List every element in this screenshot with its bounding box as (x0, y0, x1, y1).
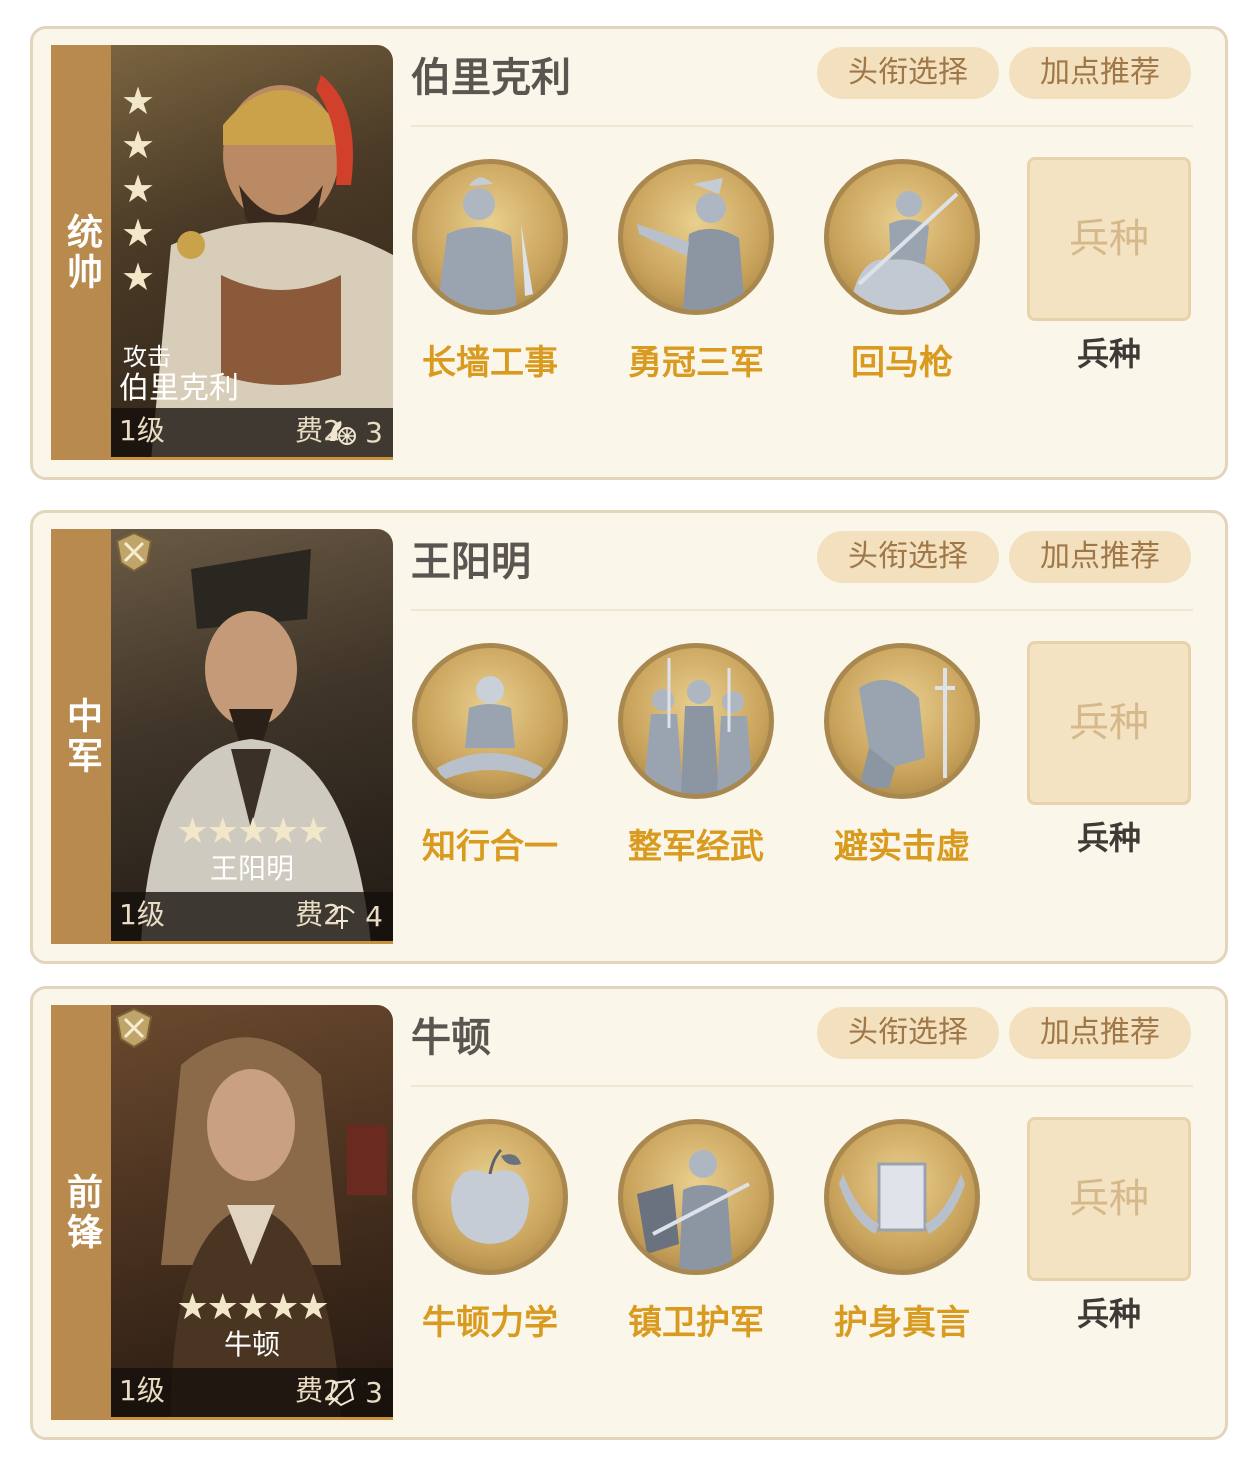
skill-slot[interactable]: 避实击虚 (817, 643, 987, 883)
hero-level: 1级 (119, 414, 165, 447)
skill-slot[interactable]: 回马枪 (817, 159, 987, 399)
hero-name: 牛顿 (411, 1015, 491, 1061)
title-select-button[interactable]: 头衔选择 (817, 531, 999, 583)
commander-pointing-icon (618, 159, 774, 315)
troop-type-slot[interactable]: 兵种 (1027, 157, 1191, 321)
hero-card[interactable]: ★★★★★ 牛顿 1级 费2 3 (111, 1005, 393, 1420)
skill-name: 避实击虚 (834, 827, 970, 867)
title-select-button[interactable]: 头衔选择 (817, 47, 999, 99)
hero-level: 1级 (119, 898, 165, 931)
skill-slot[interactable]: 镇卫护军 (611, 1119, 781, 1359)
star-rating: ★★★★★ (176, 1287, 329, 1328)
hero-level: 1级 (119, 1374, 165, 1407)
troop-type-label: 兵种 (1076, 335, 1141, 373)
card-info-bar: 1级 费2 3 (111, 1368, 393, 1420)
card-hero-name: 伯里克利 (119, 371, 239, 406)
troop-type-slot[interactable]: 兵种 (1027, 1117, 1191, 1281)
soldier-squad-icon (618, 643, 774, 799)
hero-panel-center: 中军 ★★★★★ 王阳明 1级 费2 4 王阳明 头衔选择 加点推荐 知行合一 … (30, 510, 1228, 964)
role-label: 前锋 (61, 1172, 102, 1253)
troop-type-slot[interactable]: 兵种 (1027, 641, 1191, 805)
stat-recommend-button[interactable]: 加点推荐 (1009, 1007, 1191, 1059)
skill-name: 镇卫护军 (628, 1303, 764, 1343)
card-hero-name: 王阳明 (209, 852, 294, 885)
troop-type-label: 兵种 (1076, 1295, 1141, 1333)
shield-knight-icon (618, 1119, 774, 1275)
cavalry-spear-icon (824, 159, 980, 315)
role-label: 中军 (61, 696, 102, 777)
skill-name: 长墙工事 (422, 343, 558, 383)
crossbow-icon (329, 905, 355, 929)
soldier-sword-icon (412, 159, 568, 315)
hero-panel-commander: 统帅 ★ ★ ★ ★ ★ 攻击 伯里克利 1级 费2 3 伯里克利 头衔选择 加… (30, 26, 1228, 480)
skill-name: 整军经武 (628, 827, 764, 867)
star-rating: ★★★★★ (176, 811, 329, 852)
stat-recommend-button[interactable]: 加点推荐 (1009, 47, 1191, 99)
title-select-button[interactable]: 头衔选择 (817, 1007, 999, 1059)
card-info-bar: 1级 费2 3 (111, 408, 393, 460)
card-info-bar: 1级 费2 4 (111, 892, 393, 944)
skill-name: 知行合一 (422, 827, 558, 867)
troop-value: 3 (365, 416, 383, 449)
skill-name: 回马枪 (851, 343, 953, 383)
crossed-swords-icon (115, 1007, 153, 1049)
card-hero-name: 牛顿 (223, 1328, 280, 1361)
troop-value: 4 (365, 900, 383, 933)
skill-slot[interactable]: 长墙工事 (405, 159, 575, 399)
apple-icon (412, 1119, 568, 1275)
role-strip: 中军 (51, 529, 111, 944)
role-strip: 前锋 (51, 1005, 111, 1420)
hero-name: 王阳明 (411, 539, 531, 585)
skill-slot[interactable]: 知行合一 (405, 643, 575, 883)
role-label: 统帅 (61, 212, 102, 293)
skill-name: 勇冠三军 (628, 343, 764, 383)
divider (411, 125, 1193, 127)
skill-slot[interactable]: 勇冠三军 (611, 159, 781, 399)
divider (411, 609, 1193, 611)
star-rating: ★★★★★ (121, 79, 156, 299)
skill-slot[interactable]: 护身真言 (817, 1119, 987, 1359)
kneeling-swordsman-icon (824, 643, 980, 799)
crossed-swords-icon (115, 531, 153, 573)
chariot-icon (330, 421, 356, 445)
troop-type-label: 兵种 (1076, 819, 1141, 857)
role-strip: 统帅 (51, 45, 111, 460)
hands-scroll-icon (824, 1119, 980, 1275)
skill-slot[interactable]: 牛顿力学 (405, 1119, 575, 1359)
hero-card[interactable]: ★ ★ ★ ★ ★ 攻击 伯里克利 1级 费2 3 (111, 45, 393, 460)
divider (411, 1085, 1193, 1087)
skill-name: 护身真言 (834, 1303, 970, 1343)
hero-name: 伯里克利 (411, 55, 571, 101)
hero-panel-vanguard: 前锋 ★★★★★ 牛顿 1级 费2 3 牛顿 头衔选择 加点推荐 牛顿力学 镇卫… (30, 986, 1228, 1440)
shield-spear-icon (328, 1378, 356, 1407)
stat-recommend-button[interactable]: 加点推荐 (1009, 531, 1191, 583)
meditating-monk-icon (412, 643, 568, 799)
skill-slot[interactable]: 整军经武 (611, 643, 781, 883)
hero-card[interactable]: ★★★★★ 王阳明 1级 费2 4 (111, 529, 393, 944)
troop-value: 3 (365, 1376, 383, 1409)
skill-name: 牛顿力学 (422, 1303, 558, 1343)
